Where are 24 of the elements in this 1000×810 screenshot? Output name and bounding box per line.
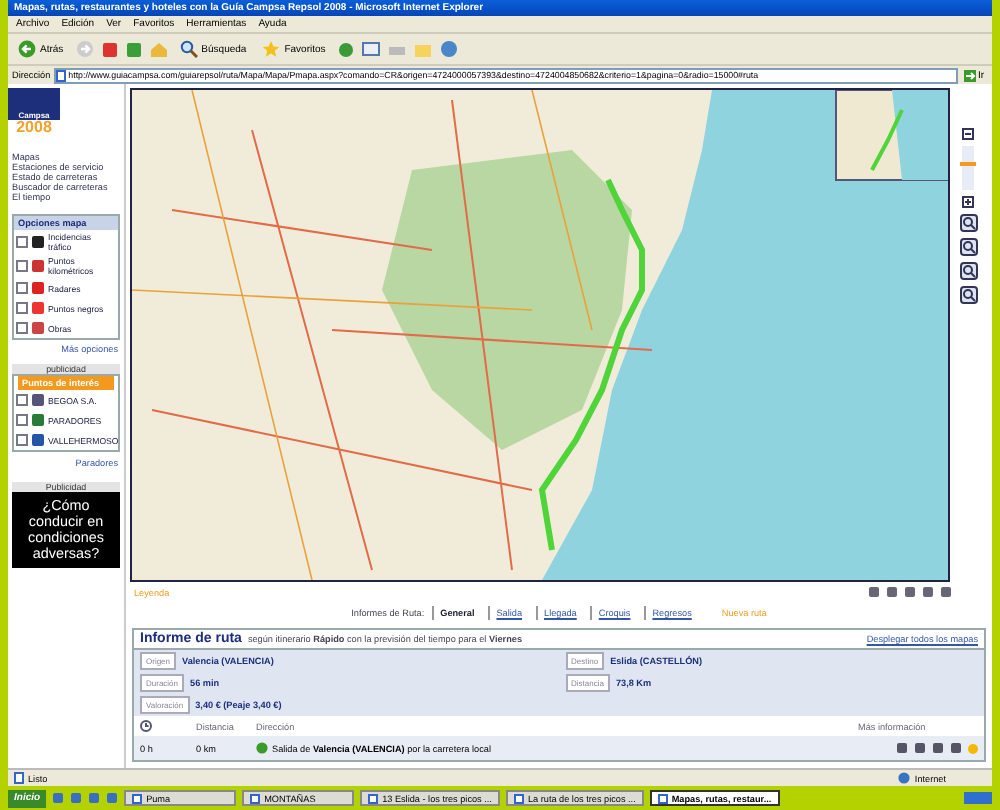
window-icon — [513, 793, 524, 803]
window-icon — [132, 793, 143, 803]
star-icon — [262, 40, 281, 58]
zoom-out-icon[interactable] — [962, 128, 974, 140]
clock-icon — [140, 720, 152, 732]
map-drawing[interactable] — [130, 88, 950, 582]
back-icon — [18, 40, 36, 58]
search-icon — [179, 40, 198, 58]
zoom-thumb[interactable] — [960, 161, 976, 166]
checkbox[interactable] — [16, 322, 28, 334]
zoom-slider[interactable] — [962, 146, 974, 190]
checkbox[interactable] — [16, 394, 28, 406]
window-icon — [368, 793, 379, 803]
checkbox[interactable] — [16, 282, 28, 294]
zoom-in-icon[interactable] — [962, 196, 974, 208]
checkbox[interactable] — [16, 302, 28, 314]
checkbox[interactable] — [16, 236, 28, 248]
checkbox[interactable] — [16, 434, 28, 446]
checkbox[interactable] — [16, 260, 28, 272]
checkbox[interactable] — [16, 414, 28, 426]
dot-icon — [968, 743, 978, 753]
window-icon — [250, 793, 261, 803]
page-icon — [14, 772, 24, 784]
window-icon — [657, 793, 668, 803]
